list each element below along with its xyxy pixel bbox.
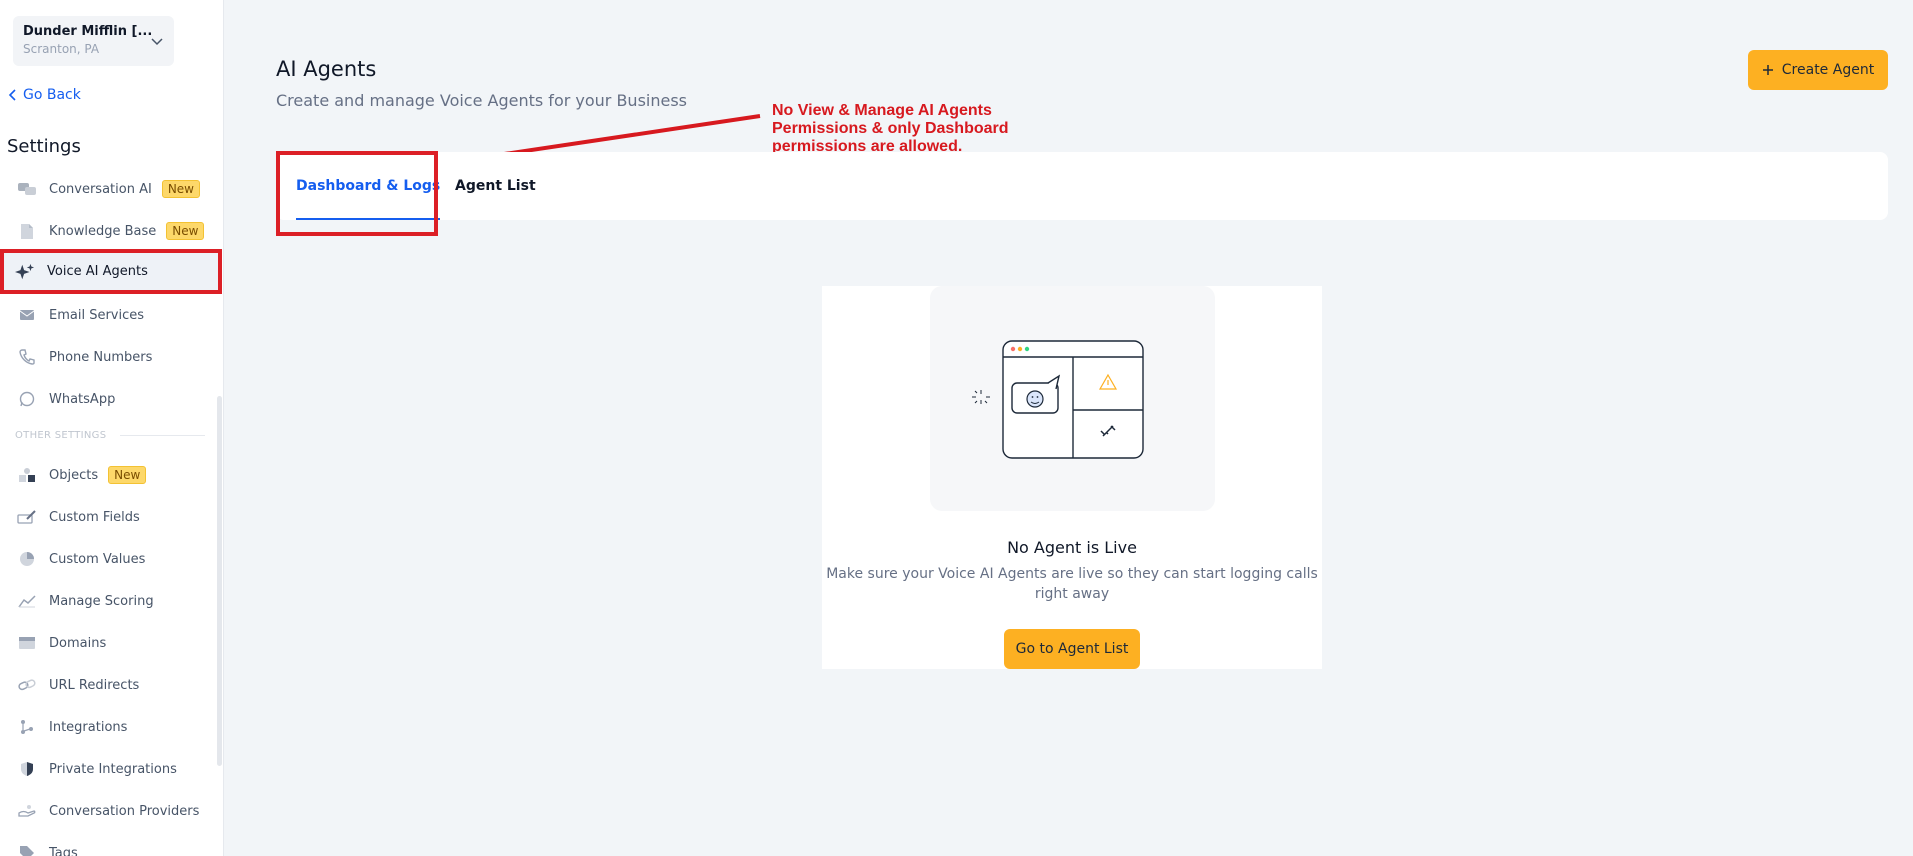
sidebar-item-label: Private Integrations (49, 761, 177, 777)
sidebar-item-label: Manage Scoring (49, 593, 154, 609)
sidebar-item-tags[interactable]: Tags (0, 833, 222, 856)
go-back-label: Go Back (23, 87, 81, 103)
link-icon (17, 675, 37, 695)
chevron-left-icon (8, 89, 16, 101)
sidebar-item-url-redirects[interactable]: URL Redirects (0, 665, 222, 705)
sidebar-item-email-services[interactable]: Email Services (0, 295, 222, 335)
location-name: Dunder Mifflin [... (23, 24, 153, 39)
sidebar-item-knowledge-base[interactable]: Knowledge Base New (0, 211, 222, 251)
sidebar-item-phone-numbers[interactable]: Phone Numbers (0, 337, 222, 377)
new-badge: New (161, 180, 200, 198)
shield-icon (17, 759, 37, 779)
sidebar-item-label: Domains (49, 635, 107, 651)
sidebar-item-manage-scoring[interactable]: Manage Scoring (0, 581, 222, 621)
sidebar-item-label: Custom Values (49, 551, 146, 567)
new-badge: New (166, 222, 205, 240)
tag-icon (17, 843, 37, 856)
sidebar-item-conversation-providers[interactable]: Conversation Providers (0, 791, 222, 831)
chat-bubbles-icon (17, 179, 37, 199)
empty-state-description: Make sure your Voice AI Agents are live … (826, 566, 1318, 602)
other-settings-section-label: OTHER SETTINGS (15, 430, 205, 441)
nodes-icon (17, 717, 37, 737)
sidebar-scrollbar[interactable] (217, 396, 222, 766)
sidebar-item-label: Knowledge Base (49, 223, 157, 239)
annotation-line: No View & Manage AI Agents (772, 102, 992, 119)
sidebar-item-label: Phone Numbers (49, 349, 153, 365)
section-divider (120, 435, 205, 436)
empty-state-card: No Agent is Live Make sure your Voice AI… (822, 286, 1322, 669)
sidebar-item-label: URL Redirects (49, 677, 140, 693)
pie-icon (17, 549, 37, 569)
annotation-note: No View & Manage AI Agents Permissions &… (772, 102, 1032, 156)
objects-icon (17, 465, 37, 485)
page-subtitle: Create and manage Voice Agents for your … (276, 91, 688, 110)
tab-label: Agent List (455, 178, 536, 194)
server-icon (17, 633, 37, 653)
envelope-icon (17, 305, 37, 325)
chevron-down-icon (151, 38, 163, 46)
annotation-line: Permissions & only Dashboard (772, 120, 1009, 137)
sidebar-item-conversation-ai[interactable]: Conversation AI New (0, 169, 222, 209)
sidebar: Dunder Mifflin [... Scranton, PA Go Back… (0, 0, 224, 856)
sidebar-item-domains[interactable]: Domains (0, 623, 222, 663)
empty-state-title: No Agent is Live (1007, 538, 1137, 557)
sidebar-item-label: Email Services (49, 307, 145, 323)
sidebar-item-label: Tags (49, 845, 78, 856)
edit-field-icon (17, 507, 37, 527)
location-switcher[interactable]: Dunder Mifflin [... Scranton, PA (13, 16, 174, 66)
sparkles-icon (15, 262, 35, 282)
document-icon (17, 221, 37, 241)
chart-line-icon (17, 591, 37, 611)
sidebar-item-custom-values[interactable]: Custom Values (0, 539, 222, 579)
create-agent-button[interactable]: Create Agent (1748, 50, 1888, 90)
sidebar-item-label: Conversation Providers (49, 803, 200, 819)
sidebar-item-private-integrations[interactable]: Private Integrations (0, 749, 222, 789)
go-to-agent-list-button[interactable]: Go to Agent List (1004, 629, 1140, 669)
create-agent-label: Create Agent (1781, 62, 1875, 78)
sidebar-item-label: Integrations (49, 719, 128, 735)
hand-icon (17, 801, 37, 821)
other-settings-label: OTHER SETTINGS (15, 430, 107, 441)
sidebar-item-whatsapp[interactable]: WhatsApp (0, 379, 222, 419)
tab-agent-list[interactable]: Agent List (455, 152, 536, 220)
location-address: Scranton, PA (23, 42, 100, 56)
sidebar-item-voice-ai-agents[interactable]: Voice AI Agents (0, 249, 222, 294)
phone-icon (17, 347, 37, 367)
sidebar-item-label: Custom Fields (49, 509, 140, 525)
settings-title: Settings (7, 136, 81, 157)
sidebar-item-label: Voice AI Agents (47, 264, 148, 279)
sidebar-item-label: Objects (49, 467, 99, 483)
empty-state-illustration (930, 286, 1215, 511)
go-back-link[interactable]: Go Back (8, 87, 81, 103)
plus-icon (1762, 65, 1773, 75)
sidebar-item-custom-fields[interactable]: Custom Fields (0, 497, 222, 537)
dashboard-window-icon (972, 340, 1144, 459)
page-title: AI Agents (276, 57, 377, 81)
tab-highlight-box (276, 151, 438, 236)
sidebar-item-integrations[interactable]: Integrations (0, 707, 222, 747)
sidebar-item-objects[interactable]: Objects New (0, 455, 222, 495)
tabs-bar: Dashboard & Logs Agent List (276, 152, 1888, 220)
new-badge: New (108, 466, 147, 484)
whatsapp-icon (17, 389, 37, 409)
sidebar-item-label: WhatsApp (49, 391, 116, 407)
sidebar-item-label: Conversation AI (49, 181, 152, 197)
